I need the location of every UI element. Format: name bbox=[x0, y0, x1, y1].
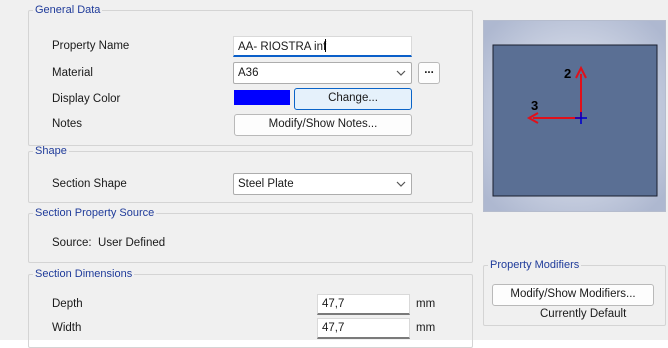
chevron-down-icon bbox=[396, 70, 406, 76]
width-unit: mm bbox=[416, 322, 436, 334]
section-property-source-title: Section Property Source bbox=[35, 207, 155, 219]
modifiers-status: Currently Default bbox=[540, 308, 627, 320]
text-caret bbox=[325, 39, 327, 52]
property-modifiers-title: Property Modifiers bbox=[490, 259, 580, 271]
section-shape-value: Steel Plate bbox=[238, 178, 294, 190]
change-color-button[interactable]: Change... bbox=[294, 88, 412, 110]
depth-label: Depth bbox=[52, 298, 83, 310]
display-color-swatch bbox=[234, 90, 290, 105]
source-text: Source: User Defined bbox=[52, 237, 166, 249]
width-label: Width bbox=[52, 322, 82, 334]
depth-value: 47,7 bbox=[322, 298, 345, 310]
steel-plate-section bbox=[492, 44, 658, 197]
shape-title: Shape bbox=[35, 145, 67, 157]
axis-2-label: 2 bbox=[564, 66, 571, 81]
section-property-dialog: General Data Property Name AA- RIOSTRA i… bbox=[0, 0, 668, 348]
axis-3-label: 3 bbox=[531, 98, 538, 113]
material-label: Material bbox=[52, 67, 93, 79]
section-shape-select[interactable]: Steel Plate bbox=[233, 173, 412, 195]
display-color-label: Display Color bbox=[52, 93, 121, 105]
width-value: 47,7 bbox=[322, 322, 345, 334]
modify-show-modifiers-button[interactable]: Modify/Show Modifiers... bbox=[492, 284, 654, 306]
notes-label: Notes bbox=[52, 118, 83, 130]
section-preview-canvas: 2 3 bbox=[484, 21, 665, 211]
width-input[interactable]: 47,7 bbox=[317, 318, 410, 339]
material-value: A36 bbox=[238, 67, 259, 79]
section-shape-label: Section Shape bbox=[52, 178, 127, 190]
section-preview: 2 3 bbox=[483, 20, 666, 212]
depth-unit: mm bbox=[416, 298, 436, 310]
chevron-down-icon bbox=[396, 181, 406, 187]
property-name-label: Property Name bbox=[52, 40, 130, 52]
property-name-input[interactable]: AA- RIOSTRA inf bbox=[233, 36, 412, 57]
modify-show-notes-button[interactable]: Modify/Show Notes... bbox=[234, 114, 412, 136]
section-property-source-group: Section Property Source bbox=[28, 207, 473, 263]
depth-input[interactable]: 47,7 bbox=[317, 294, 410, 315]
material-more-button[interactable]: ... bbox=[418, 62, 440, 84]
property-name-value: AA- RIOSTRA inf bbox=[238, 41, 327, 53]
section-dimensions-title: Section Dimensions bbox=[35, 268, 133, 280]
material-select[interactable]: A36 bbox=[233, 62, 412, 84]
general-data-title: General Data bbox=[35, 4, 101, 16]
